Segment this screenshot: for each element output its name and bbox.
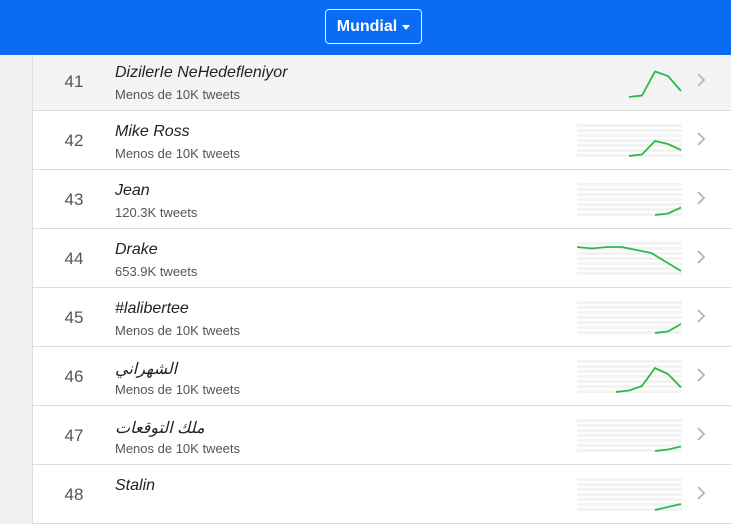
top-navbar: Mundial [0,0,731,55]
trend-rank: 47 [64,426,84,445]
sparkline-grid-band [577,419,682,422]
trend-name[interactable]: ملك التوقعات [115,418,205,438]
sparkline-grid-band [577,272,682,275]
trend-row[interactable]: 47 ملك التوقعات Menos de 10K tweets [33,406,731,465]
trend-rank: 45 [64,308,84,327]
sparkline-grid-band [577,183,682,186]
tweet-count: Menos de 10K tweets [115,441,241,456]
caret-down-icon [402,25,411,30]
sparkline-grid-band [577,375,682,378]
trend-rank: 44 [64,249,84,268]
sparkline-grid-band [577,321,682,324]
trend-name[interactable]: DizilerIe NeHedefleniyor [115,64,288,82]
trend-row[interactable]: 46 الشهراني Menos de 10K tweets [33,347,731,406]
sparkline-grid-band [577,149,682,152]
trend-name[interactable]: Mike Ross [115,123,190,141]
sparkline-grid-band [577,360,682,363]
sparkline-grid-band [577,90,682,93]
tweet-count: 653.9K tweets [115,264,198,279]
trend-name[interactable]: Drake [115,241,158,259]
sparkline-grid-band [577,257,682,260]
chevron-right-icon[interactable] [695,309,707,323]
sparkline-grid-band [577,129,682,132]
trend-sparkline [577,242,682,275]
sparkline-grid-band [577,70,682,73]
region-dropdown-button[interactable]: Mundial [325,9,422,44]
sparkline-grid-band [577,478,682,481]
trend-rank: 48 [64,485,84,504]
trend-name[interactable]: الشهراني [115,359,177,379]
sparkline-grid-band [577,316,682,319]
trend-sparkline [577,183,682,216]
sparkline-grid-band [577,188,682,191]
trend-row[interactable]: 48 Stalin [33,465,731,524]
trend-row[interactable]: 44 Drake 653.9K tweets [33,229,731,288]
sparkline-grid-band [577,198,682,201]
sparkline-grid-band [577,193,682,196]
trend-sparkline [577,124,682,157]
trend-sparkline [577,301,682,334]
chevron-right-icon[interactable] [695,191,707,205]
sparkline-grid-band [577,65,682,68]
sparkline-grid-band [577,439,682,442]
sparkline-grid-band [577,301,682,304]
sparkline-grid-band [577,80,682,83]
trend-rank: 46 [64,367,84,386]
sparkline-grid-band [577,424,682,427]
sparkline-grid-band [577,503,682,506]
trend-name[interactable]: #lalibertee [115,300,189,318]
trend-sparkline [577,360,682,393]
trend-name[interactable]: Stalin [115,477,155,495]
tweet-count: Menos de 10K tweets [115,87,241,102]
trend-name[interactable]: Jean [115,182,150,200]
trend-row[interactable]: 45 #lalibertee Menos de 10K tweets [33,288,731,347]
sparkline-grid-band [577,483,682,486]
trend-sparkline [577,478,682,511]
sparkline-grid-band [577,326,682,329]
sparkline-grid-band [577,444,682,447]
sparkline-grid-band [577,134,682,137]
chevron-right-icon[interactable] [695,368,707,382]
sparkline-grid-band [577,493,682,496]
sparkline-grid-band [577,488,682,491]
tweet-count: Menos de 10K tweets [115,146,241,161]
sparkline-grid-band [577,498,682,501]
sparkline-grid-band [577,380,682,383]
sparkline-grid-band [577,306,682,309]
sparkline-grid-band [577,311,682,314]
sparkline-grid-band [577,252,682,255]
trend-rank: 41 [64,72,84,91]
trend-row[interactable]: 42 Mike Ross Menos de 10K tweets [33,111,731,170]
region-label: Mundial [336,17,398,35]
sparkline-line [628,140,682,157]
tweet-count: Menos de 10K tweets [115,382,241,397]
tweet-count: Menos de 10K tweets [115,323,241,338]
sparkline-grid-band [577,429,682,432]
sparkline-grid-band [577,267,682,270]
trend-row[interactable]: 43 Jean 120.3K tweets [33,170,731,229]
sparkline-grid-band [577,203,682,206]
trend-rank: 43 [64,190,84,209]
chevron-right-icon[interactable] [695,427,707,441]
trend-rank: 42 [64,131,84,150]
sparkline-grid-band [577,508,682,511]
sparkline-grid-band [577,434,682,437]
sparkline-grid-band [577,385,682,388]
trend-sparkline [577,65,682,98]
trend-sparkline [577,419,682,452]
trend-row[interactable]: 41 DizilerIe NeHedefleniyor Menos de 10K t… [33,52,731,111]
chevron-right-icon[interactable] [695,250,707,264]
sparkline-grid-band [577,85,682,88]
sparkline-grid-band [577,208,682,211]
trend-list: 40Menos de 10K tweets41DizilerIe NeHedef… [32,0,731,524]
chevron-right-icon[interactable] [695,73,707,87]
sparkline-grid-band [577,365,682,368]
sparkline-grid-band [577,242,682,245]
sparkline-grid-band [577,139,682,142]
chevron-right-icon[interactable] [695,486,707,500]
chevron-right-icon[interactable] [695,132,707,146]
tweet-count: 120.3K tweets [115,205,198,220]
sparkline-grid-band [577,124,682,127]
